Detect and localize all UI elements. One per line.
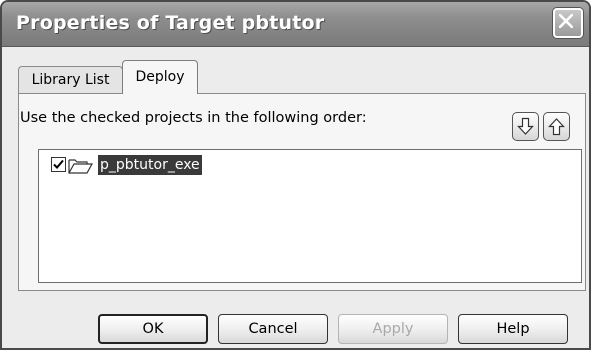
tab-deploy-label: Deploy (135, 69, 185, 85)
folder-open-icon (68, 159, 94, 174)
dialog-title: Properties of Target pbtutor (16, 12, 325, 34)
instruction-text: Use the checked projects in the followin… (20, 110, 367, 126)
cancel-button[interactable]: Cancel (218, 314, 328, 344)
project-checkbox[interactable] (51, 157, 66, 172)
apply-button[interactable]: Apply (338, 314, 448, 344)
project-name[interactable]: p_pbtutor_exe (98, 155, 202, 175)
title-bar[interactable]: Properties of Target pbtutor (2, 2, 589, 47)
arrow-down-icon (517, 117, 534, 135)
project-list[interactable]: p_pbtutor_exe (38, 149, 582, 283)
move-up-button[interactable] (543, 112, 570, 141)
move-down-button[interactable] (512, 112, 539, 141)
properties-dialog: Properties of Target pbtutor Library Lis… (0, 0, 591, 350)
arrow-up-icon (548, 118, 565, 136)
close-button[interactable] (553, 8, 583, 38)
tab-library-list-label: Library List (31, 72, 110, 88)
close-icon (559, 14, 573, 28)
tab-library-list[interactable]: Library List (18, 66, 123, 93)
ok-button[interactable]: OK (98, 314, 208, 344)
tab-deploy[interactable]: Deploy (122, 60, 198, 94)
help-button[interactable]: Help (458, 314, 568, 344)
checkmark-icon (53, 159, 64, 169)
